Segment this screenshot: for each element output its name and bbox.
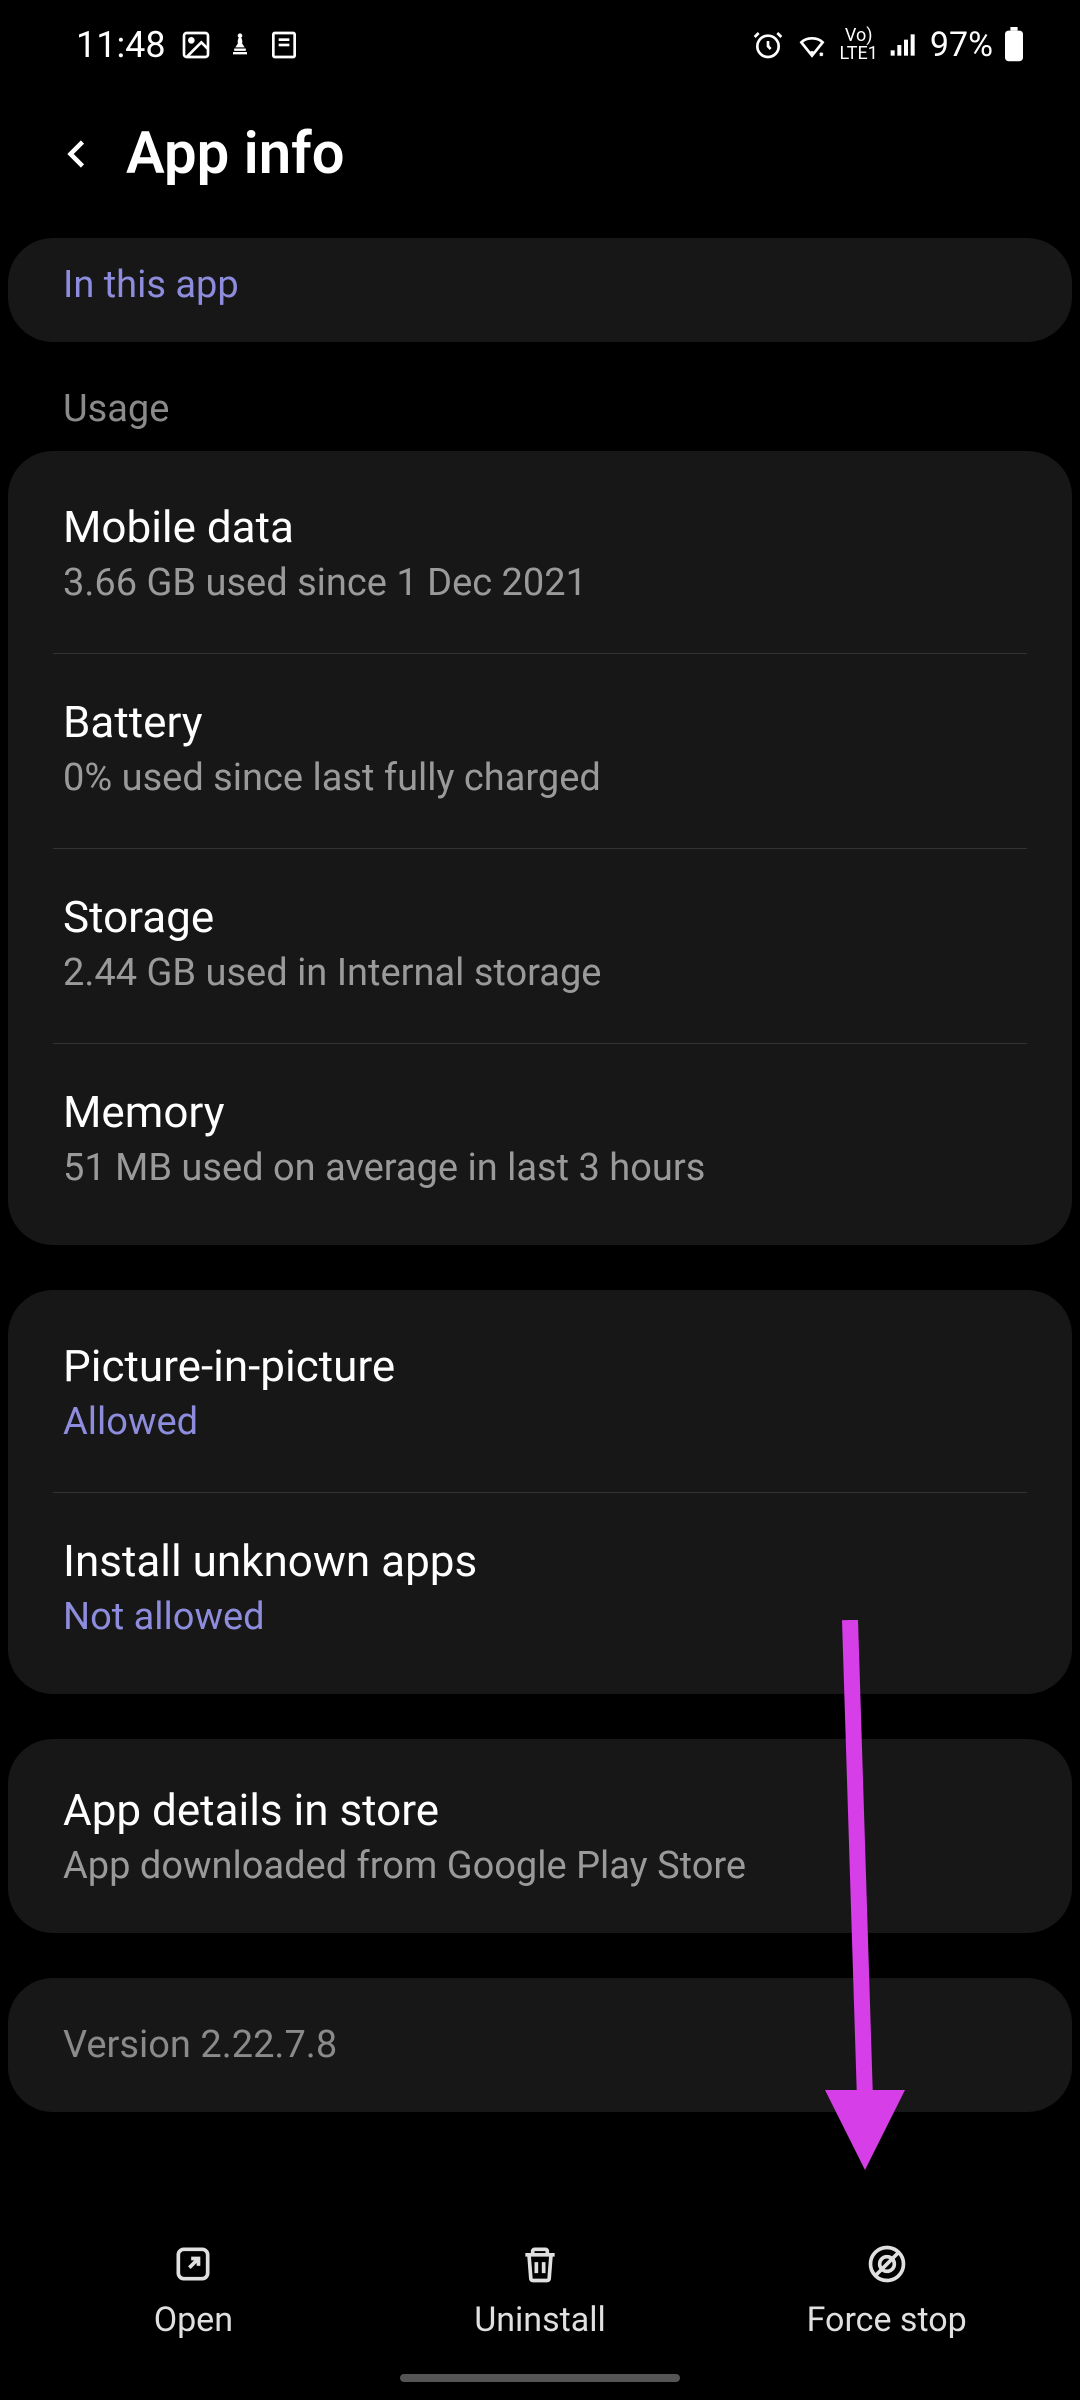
header: App info [0,90,1080,238]
picture-in-picture-item[interactable]: Picture-in-picture Allowed [53,1290,1027,1493]
status-left: 11:48 [76,24,300,66]
force-stop-button[interactable]: Force stop [713,2240,1060,2340]
wifi-icon [794,29,830,61]
note-icon [268,29,300,61]
set-default-item[interactable]: In this app [8,238,1072,342]
battery-icon [1003,27,1025,63]
item-subtitle: Allowed [63,1400,1017,1444]
advanced-card: Picture-in-picture Allowed Install unkno… [8,1290,1072,1694]
open-icon [169,2240,217,2288]
usage-card: Mobile data 3.66 GB used since 1 Dec 202… [8,451,1072,1245]
alarm-icon [752,29,784,61]
item-title: Mobile data [63,501,1017,553]
signal-icon [888,29,920,61]
in-this-app-label: In this app [63,263,1017,307]
bottom-action-bar: Open Uninstall Force stop [0,2210,1080,2400]
item-subtitle: App downloaded from Google Play Store [63,1844,1017,1888]
image-icon [180,29,212,61]
nav-indicator[interactable] [400,2374,680,2382]
item-title: Picture-in-picture [63,1340,1017,1392]
install-unknown-apps-item[interactable]: Install unknown apps Not allowed [8,1493,1072,1694]
item-title: Storage [63,891,1017,943]
app-details-store-item[interactable]: App details in store App downloaded from… [8,1739,1072,1933]
status-time: 11:48 [76,24,166,66]
chess-icon [226,29,254,61]
uninstall-button[interactable]: Uninstall [367,2240,714,2340]
battery-pct: 97% [930,25,993,65]
item-subtitle: Not allowed [63,1595,1017,1639]
item-subtitle: 3.66 GB used since 1 Dec 2021 [63,561,1017,605]
back-icon[interactable] [60,130,96,178]
item-subtitle: 51 MB used on average in last 3 hours [63,1146,1017,1190]
usage-section-label: Usage [8,387,1072,451]
force-stop-label: Force stop [807,2300,967,2340]
item-subtitle: 0% used since last fully charged [63,756,1017,800]
trash-icon [516,2240,564,2288]
item-title: Battery [63,696,1017,748]
status-right: Vo)LTE1 97% [752,25,1026,65]
item-title: App details in store [63,1784,1017,1836]
memory-item[interactable]: Memory 51 MB used on average in last 3 h… [8,1044,1072,1245]
open-button[interactable]: Open [20,2240,367,2340]
top-card: In this app [8,238,1072,342]
volte-icon: Vo)LTE1 [840,27,878,63]
mobile-data-item[interactable]: Mobile data 3.66 GB used since 1 Dec 202… [53,451,1027,654]
item-subtitle: 2.44 GB used in Internal storage [63,951,1017,995]
storage-item[interactable]: Storage 2.44 GB used in Internal storage [53,849,1027,1044]
force-stop-icon [863,2240,911,2288]
item-title: Install unknown apps [63,1535,1017,1587]
open-label: Open [154,2300,233,2340]
battery-item[interactable]: Battery 0% used since last fully charged [53,654,1027,849]
item-title: Memory [63,1086,1017,1138]
version-text: Version 2.22.7.8 [63,2023,1017,2067]
status-bar: 11:48 Vo)LTE1 97% [0,0,1080,90]
page-title: App info [126,120,345,188]
version-item: Version 2.22.7.8 [8,1978,1072,2112]
uninstall-label: Uninstall [474,2300,606,2340]
